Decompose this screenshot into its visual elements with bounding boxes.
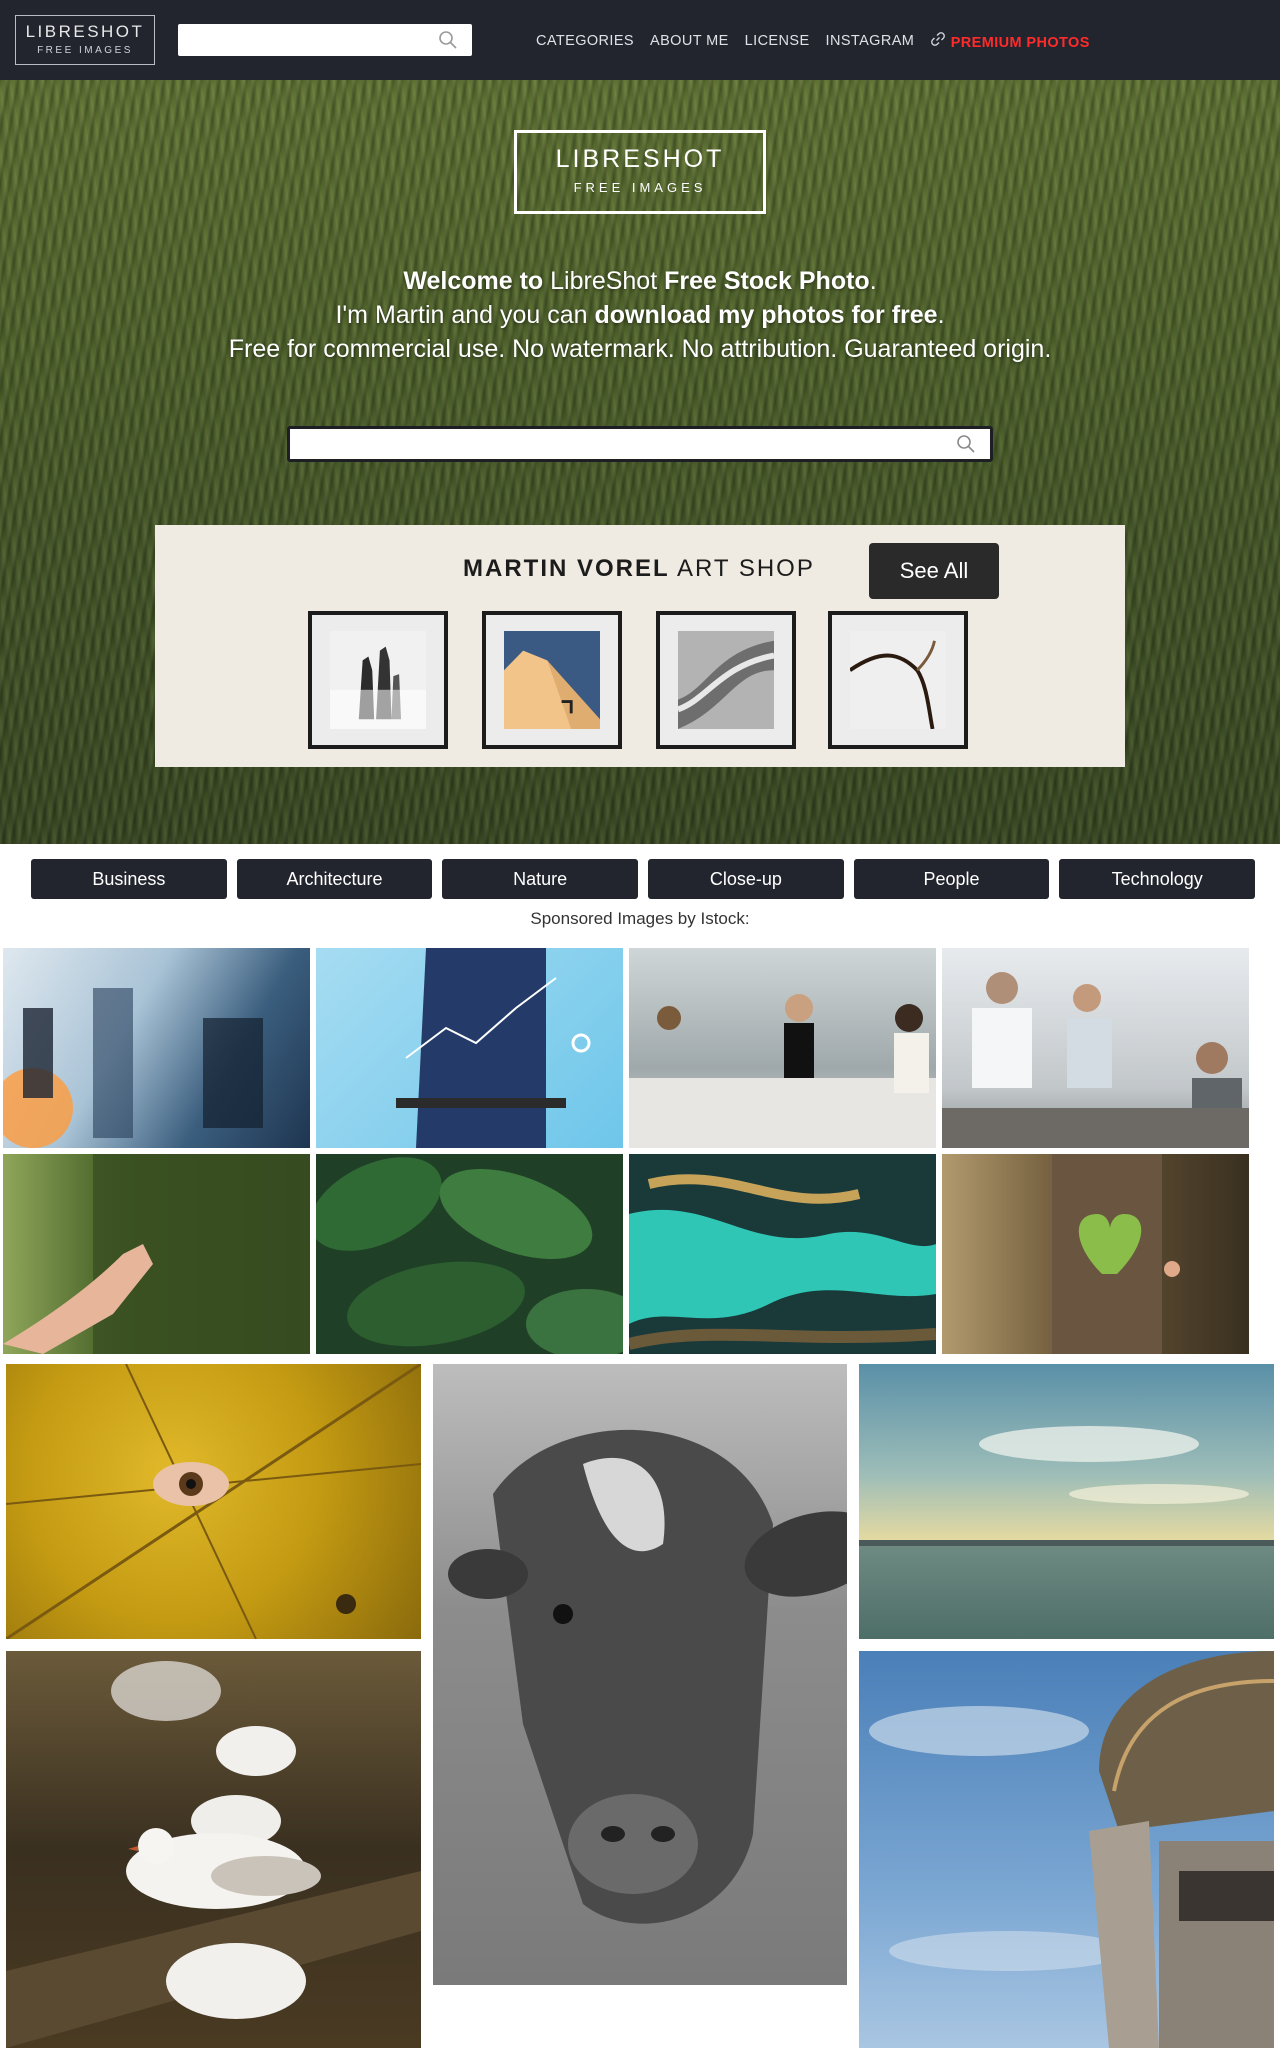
seagulls-image xyxy=(6,1661,421,2048)
sponsored-image-business-silhouettes[interactable] xyxy=(3,948,310,1148)
business-handshake-image xyxy=(942,972,1249,1148)
sponsored-image-hand-on-tree[interactable] xyxy=(3,1154,310,1354)
hero-search-input[interactable] xyxy=(287,426,993,462)
sponsored-image-green-leaves[interactable] xyxy=(316,1154,623,1354)
premium-label: PREMIUM PHOTOS xyxy=(950,35,1090,51)
site-logo[interactable]: LIBRESHOT FREE IMAGES xyxy=(15,15,155,65)
hero-line-2-bold: download my photos for free xyxy=(594,301,938,329)
logo-subtitle: FREE IMAGES xyxy=(37,45,133,56)
hero-line-3: Free for commercial use. No watermark. N… xyxy=(228,335,1052,363)
hero-welcome-text: Welcome to LibreShot Free Stock Photo. I… xyxy=(0,264,1280,366)
hero-line-2: I'm Martin and you can download my photo… xyxy=(0,298,1280,332)
category-architecture[interactable]: Architecture xyxy=(236,859,433,899)
see-all-button[interactable]: See All xyxy=(869,543,999,599)
sea-sunset-image xyxy=(859,1426,1274,1546)
menu-categories[interactable]: CATEGORIES xyxy=(536,31,634,51)
hero-line-1-plain: LibreShot xyxy=(543,267,665,295)
art-frame-misty-rocks[interactable] xyxy=(308,611,448,749)
gallery-image-leaf-eye[interactable] xyxy=(6,1364,421,1639)
hero-logo: LIBRESHOT FREE IMAGES xyxy=(514,130,766,214)
category-business[interactable]: Business xyxy=(31,859,227,899)
search-icon[interactable] xyxy=(438,30,458,50)
hero-line-2-end: . xyxy=(937,301,945,329)
tablet-charts-image xyxy=(396,948,591,1148)
menu-instagram[interactable]: INSTAGRAM xyxy=(826,31,915,51)
category-people[interactable]: People xyxy=(853,859,1050,899)
art-frame-spiral-stairs[interactable] xyxy=(656,611,796,749)
gallery-image-tower-architecture[interactable] xyxy=(859,1651,1274,2048)
hero-line-1: Welcome to LibreShot Free Stock Photo. xyxy=(0,264,1280,298)
search-icon[interactable] xyxy=(956,434,976,454)
gallery-image-sea-sunset[interactable] xyxy=(859,1364,1274,1639)
art-sand-building-image xyxy=(504,631,600,729)
green-leaves-image xyxy=(316,1157,623,1354)
sponsored-image-heart-tree[interactable] xyxy=(942,1154,1249,1354)
art-shop-banner[interactable]: MARTIN VOREL ART SHOP See All xyxy=(155,525,1125,767)
category-technology[interactable]: Technology xyxy=(1059,859,1256,899)
art-shop-title-bold: MARTIN VOREL xyxy=(463,555,670,582)
hero-logo-subtitle: FREE IMAGES xyxy=(573,180,707,195)
logo-title: LIBRESHOT xyxy=(25,22,145,41)
cow-portrait-image xyxy=(448,1429,847,1924)
hand-on-tree-image xyxy=(3,1154,310,1354)
menu-license[interactable]: LICENSE xyxy=(745,31,810,51)
category-nature[interactable]: Nature xyxy=(442,859,639,899)
sponsored-image-aerial-river[interactable] xyxy=(629,1154,936,1354)
menu-premium-photos[interactable]: PREMIUM PHOTOS xyxy=(930,31,1090,51)
heart-tree-image xyxy=(1052,1154,1180,1354)
gallery-image-cow-portrait[interactable] xyxy=(433,1364,847,1985)
sponsored-label: Sponsored Images by Istock: xyxy=(530,909,750,928)
link-icon xyxy=(931,32,946,46)
art-spiral-stairs-image xyxy=(676,631,775,729)
hero-line-1-bold-a: Welcome to xyxy=(403,267,544,295)
art-frame-sand-building[interactable] xyxy=(482,611,622,749)
sponsored-image-tablet-charts[interactable] xyxy=(316,948,623,1148)
art-shop-title-plain: ART SHOP xyxy=(669,555,815,582)
aerial-river-image xyxy=(629,1174,936,1350)
category-bar: Business Architecture Nature Close-up Pe… xyxy=(31,859,1256,899)
hero-banner: LIBRESHOT FREE IMAGES Welcome to LibreSh… xyxy=(0,80,1280,844)
hero-line-1-bold-b: Free Stock Photo xyxy=(664,267,870,295)
category-close-up[interactable]: Close-up xyxy=(648,859,844,899)
office-high-five-image xyxy=(629,994,936,1148)
art-shop-title: MARTIN VOREL ART SHOP xyxy=(463,555,815,583)
art-branch-image xyxy=(848,631,946,730)
nav-search-input[interactable] xyxy=(178,24,472,56)
sponsored-image-business-handshake[interactable] xyxy=(942,948,1249,1148)
tower-architecture-image xyxy=(869,1651,1274,2048)
sponsored-image-office-high-five[interactable] xyxy=(629,948,936,1148)
gallery-image-seagulls[interactable] xyxy=(6,1651,421,2048)
art-misty-rocks-image xyxy=(330,631,426,729)
leaf-eye-image xyxy=(6,1364,421,1639)
hero-logo-title: LIBRESHOT xyxy=(555,145,725,173)
top-navbar: LIBRESHOT FREE IMAGES CATEGORIES ABOUT M… xyxy=(0,0,1280,80)
menu-about-me[interactable]: ABOUT ME xyxy=(650,31,729,51)
art-frame-branch[interactable] xyxy=(828,611,968,749)
hero-line-2-plain: I'm Martin and you can xyxy=(335,301,595,329)
business-silhouettes-image xyxy=(3,988,263,1148)
hero-line-1-end: . xyxy=(869,267,877,295)
main-menu: CATEGORIES ABOUT ME LICENSE INSTAGRAM PR… xyxy=(536,31,1090,51)
